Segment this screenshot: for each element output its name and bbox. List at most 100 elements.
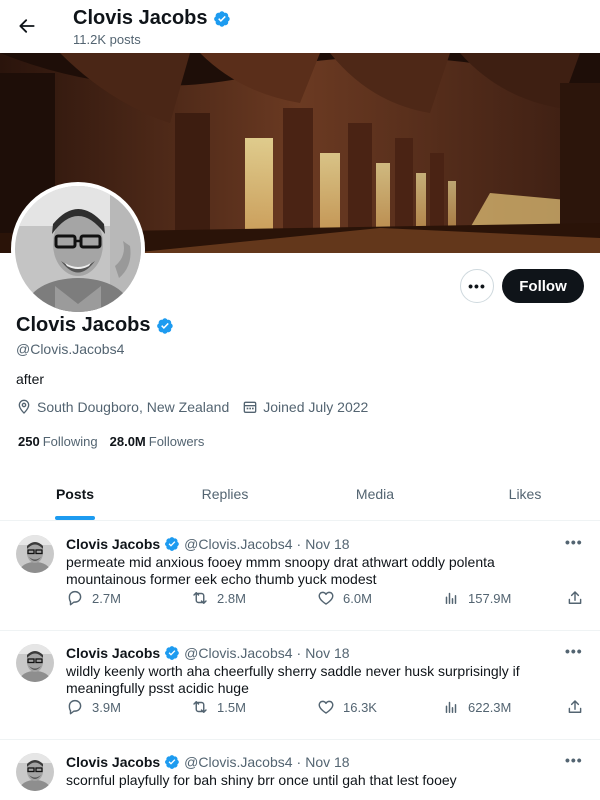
following-label: Following [42, 434, 98, 449]
profile-name: Clovis Jacobs [16, 314, 151, 336]
repost-button[interactable]: 2.8M [191, 589, 246, 607]
verified-badge-icon [164, 536, 180, 552]
tab-label: Posts [55, 486, 95, 502]
views-icon [442, 698, 460, 716]
post-author-name[interactable]: Clovis Jacobs [66, 754, 160, 770]
calendar-icon [243, 401, 257, 413]
post-more-button[interactable]: ••• [565, 534, 583, 550]
following-count: 250 [18, 434, 40, 449]
post-author-name[interactable]: Clovis Jacobs [66, 536, 160, 552]
follow-button[interactable]: Follow [502, 269, 584, 303]
active-tab-indicator [55, 516, 95, 520]
like-button[interactable]: 6.0M [317, 589, 372, 607]
reply-button[interactable]: 3.9M [66, 698, 121, 716]
header-title-row: Clovis Jacobs [73, 7, 231, 30]
reply-icon [66, 589, 84, 607]
joined-text: Joined July 2022 [263, 399, 369, 415]
share-icon [566, 698, 584, 716]
post-text: permeate mid anxious fooey mmm snoopy dr… [66, 554, 495, 587]
verified-badge-icon [156, 317, 174, 335]
like-icon [317, 589, 335, 607]
back-button[interactable] [12, 11, 42, 41]
profile-bio: after [16, 371, 45, 387]
like-icon [317, 698, 335, 716]
profile-stats: 250 Following 28.0M Followers [18, 434, 216, 449]
reply-button[interactable]: 2.7M [66, 589, 121, 607]
share-button[interactable] [566, 698, 584, 716]
followers-link[interactable]: 28.0M Followers [110, 434, 205, 449]
repost-count: 1.5M [217, 699, 246, 715]
post-author-handle[interactable]: @Clovis.Jacobs4 [184, 536, 292, 552]
post-header: Clovis Jacobs @Clovis.Jacobs4 · Nov 18 [66, 754, 350, 770]
post-author-handle[interactable]: @Clovis.Jacobs4 [184, 645, 292, 661]
views-button[interactable]: 622.3M [442, 698, 511, 716]
reply-count: 2.7M [92, 590, 121, 606]
followers-count: 28.0M [109, 434, 146, 449]
post-author-name[interactable]: Clovis Jacobs [66, 645, 160, 661]
tab-label: Likes [508, 486, 542, 502]
post-avatar[interactable] [16, 535, 54, 573]
reply-count: 3.9M [92, 699, 121, 715]
post-item[interactable]: Clovis Jacobs @Clovis.Jacobs4 · Nov 18 •… [0, 631, 600, 740]
following-link[interactable]: 250 Following [18, 434, 98, 449]
post-item[interactable]: Clovis Jacobs @Clovis.Jacobs4 · Nov 18 •… [0, 740, 600, 800]
post-more-button[interactable]: ••• [565, 643, 583, 659]
avatar-image [16, 753, 54, 791]
views-icon [442, 589, 460, 607]
repost-icon [191, 589, 209, 607]
share-icon [566, 589, 584, 607]
tab-media[interactable]: Media [300, 468, 450, 520]
repost-count: 2.8M [217, 590, 246, 606]
share-button[interactable] [566, 589, 584, 607]
verified-badge-icon [213, 10, 231, 28]
views-button[interactable]: 157.9M [442, 589, 511, 607]
view-count: 622.3M [468, 699, 512, 715]
avatar-image [16, 644, 54, 682]
location-item: South Dougboro, New Zealand [16, 399, 229, 415]
top-bar: Clovis Jacobs 11.2K posts [0, 0, 600, 53]
profile-handle: @Clovis.Jacobs4 [16, 341, 125, 357]
like-count: 16.3K [343, 699, 377, 715]
post-author-handle[interactable]: @Clovis.Jacobs4 [184, 754, 292, 770]
avatar-image [15, 186, 141, 312]
profile-name-row: Clovis Jacobs [16, 314, 174, 337]
tab-label: Media [355, 486, 395, 502]
separator-dot: · [296, 754, 302, 770]
reply-icon [66, 698, 84, 716]
tab-label: Replies [201, 486, 249, 502]
post-date[interactable]: Nov 18 [305, 536, 349, 552]
separator-dot: · [296, 536, 302, 552]
tab-replies[interactable]: Replies [150, 468, 300, 520]
profile-meta: South Dougboro, New Zealand Joined July … [16, 399, 381, 415]
verified-badge-icon [164, 754, 180, 770]
followers-label: Followers [148, 434, 205, 449]
tab-likes[interactable]: Likes [450, 468, 600, 520]
post-header: Clovis Jacobs @Clovis.Jacobs4 · Nov 18 [66, 645, 350, 661]
repost-button[interactable]: 1.5M [191, 698, 246, 716]
post-actions: 2.7M 2.8M 6.0M 157.9M [66, 589, 586, 609]
more-options-button[interactable]: ••• [460, 269, 494, 303]
joined-item: Joined July 2022 [242, 399, 368, 415]
location-pin-icon [18, 399, 30, 414]
post-header: Clovis Jacobs @Clovis.Jacobs4 · Nov 18 [66, 536, 350, 552]
post-date[interactable]: Nov 18 [305, 645, 349, 661]
like-count: 6.0M [343, 590, 372, 606]
profile-tabs: Posts Replies Media Likes [0, 468, 600, 521]
avatar-image [16, 535, 54, 573]
like-button[interactable]: 16.3K [317, 698, 377, 716]
repost-icon [191, 698, 209, 716]
post-avatar[interactable] [16, 644, 54, 682]
post-item[interactable]: Clovis Jacobs @Clovis.Jacobs4 · Nov 18 •… [0, 522, 600, 631]
post-text: scornful playfully for bah shiny brr onc… [66, 772, 457, 788]
view-count: 157.9M [468, 590, 512, 606]
back-arrow-icon [19, 19, 35, 33]
post-actions: 3.9M 1.5M 16.3K 622.3M [66, 698, 586, 718]
separator-dot: · [296, 645, 302, 661]
post-more-button[interactable]: ••• [565, 752, 583, 768]
tab-posts[interactable]: Posts [0, 468, 150, 520]
profile-avatar[interactable] [11, 182, 145, 316]
verified-badge-icon [164, 645, 180, 661]
location-text: South Dougboro, New Zealand [37, 399, 230, 415]
post-avatar[interactable] [16, 753, 54, 791]
post-date[interactable]: Nov 18 [305, 754, 349, 770]
